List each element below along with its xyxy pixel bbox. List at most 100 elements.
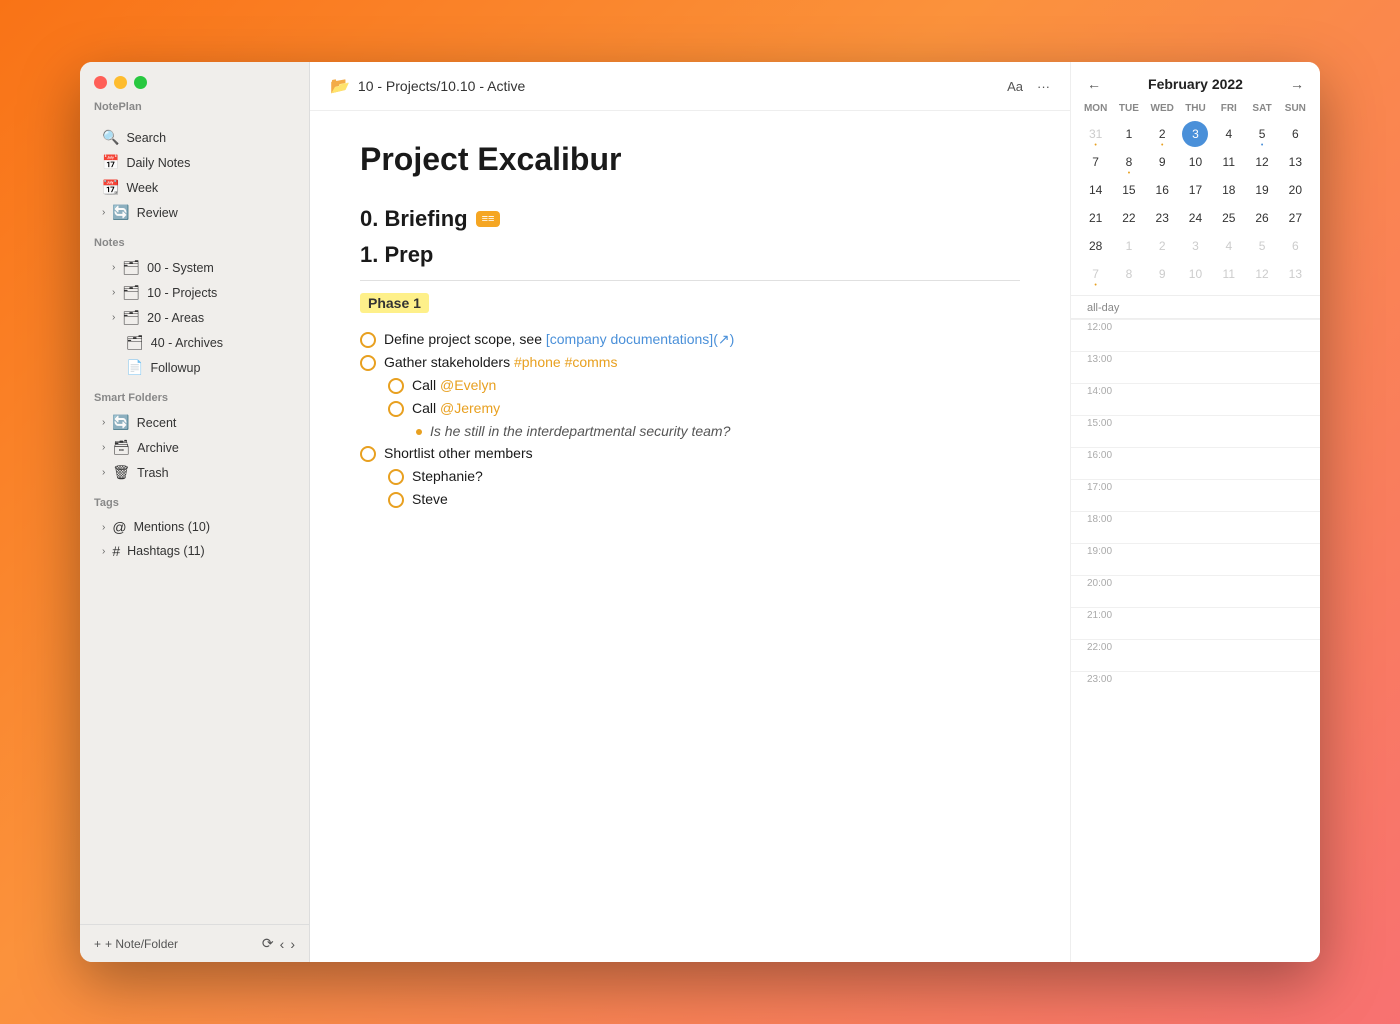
recent-icon: 🔄 (112, 414, 129, 431)
sidebar: NotePlan 🔍 Search 📅 Daily Notes 📆 Week ›… (80, 62, 310, 962)
cal-date[interactable]: 19 (1249, 177, 1275, 203)
time-slot: 19:00 (1071, 543, 1320, 575)
task-circle[interactable] (360, 355, 376, 371)
task-item[interactable]: Steve (360, 491, 1020, 508)
cal-date[interactable]: 18 (1216, 177, 1242, 203)
cal-date[interactable]: 12 (1249, 149, 1275, 175)
doc-title[interactable]: Project Excalibur (360, 141, 1020, 178)
task-item[interactable]: Call @Jeremy (360, 400, 1020, 417)
time-label: 22:00 (1087, 640, 1122, 653)
task-circle[interactable] (360, 332, 376, 348)
nav-forward-button[interactable]: › (290, 936, 295, 952)
sidebar-item-mentions[interactable]: › @ Mentions (10) (84, 515, 305, 539)
sidebar-item-archive[interactable]: › 🗃 Archive (84, 435, 305, 460)
cal-date[interactable]: 1 (1116, 233, 1142, 259)
cal-date[interactable]: 17 (1182, 177, 1208, 203)
task-item[interactable]: Shortlist other members (360, 445, 1020, 462)
cal-date[interactable]: 5 (1249, 233, 1275, 259)
mention-icon: @ (112, 519, 126, 535)
sync-icon[interactable]: ⟳ (262, 935, 274, 952)
cal-date[interactable]: 9 (1149, 261, 1175, 287)
cal-date[interactable]: 12 (1249, 261, 1275, 287)
chevron-icon: › (102, 546, 105, 557)
cal-date[interactable]: 4 (1216, 121, 1242, 147)
task-item[interactable]: Gather stakeholders #phone #comms (360, 354, 1020, 371)
task-item[interactable]: Call @Evelyn (360, 377, 1020, 394)
sidebar-item-40-archives[interactable]: 🗂 40 - Archives (84, 330, 305, 355)
cal-date[interactable]: 7 (1083, 149, 1109, 175)
font-button[interactable]: Aa (1007, 79, 1023, 94)
tags-section: › @ Mentions (10) › # Hashtags (11) (80, 511, 309, 567)
sidebar-item-00-system[interactable]: › 🗂 00 - System (84, 255, 305, 280)
link-text[interactable]: [company documentations](↗) (546, 331, 734, 347)
minimize-button[interactable] (114, 76, 127, 89)
cal-date[interactable]: 27 (1282, 205, 1308, 231)
cal-date[interactable]: 10 (1182, 149, 1208, 175)
cal-date[interactable]: 26 (1249, 205, 1275, 231)
cal-date[interactable]: 15 (1116, 177, 1142, 203)
main-header: 📂 10 - Projects/10.10 - Active Aa ··· (310, 62, 1070, 111)
search-icon: 🔍 (102, 129, 119, 146)
cal-date[interactable]: 31• (1083, 121, 1109, 147)
folder-icon: 📂 (330, 76, 350, 96)
maximize-button[interactable] (134, 76, 147, 89)
cal-date[interactable]: 25 (1216, 205, 1242, 231)
sidebar-item-trash[interactable]: › 🗑 Trash (84, 460, 305, 485)
sidebar-item-search[interactable]: 🔍 Search (84, 125, 305, 150)
task-circle[interactable] (388, 401, 404, 417)
cal-date[interactable]: 6 (1282, 233, 1308, 259)
cal-date[interactable]: 3 (1182, 233, 1208, 259)
cal-date[interactable]: 24 (1182, 205, 1208, 231)
cal-date[interactable]: 9 (1149, 149, 1175, 175)
folder-icon: 🗂 (122, 309, 140, 326)
time-label: 15:00 (1087, 416, 1122, 429)
cal-date[interactable]: 22 (1116, 205, 1142, 231)
cal-date[interactable]: 20 (1282, 177, 1308, 203)
cal-date-today[interactable]: 3 (1182, 121, 1208, 147)
cal-date[interactable]: 4 (1216, 233, 1242, 259)
cal-date[interactable]: 14 (1083, 177, 1109, 203)
task-item[interactable]: Stephanie? (360, 468, 1020, 485)
task-circle[interactable] (388, 469, 404, 485)
sidebar-item-recent[interactable]: › 🔄 Recent (84, 410, 305, 435)
sidebar-item-20-areas[interactable]: › 🗂 20 - Areas (84, 305, 305, 330)
cal-next-button[interactable]: → (1290, 76, 1304, 92)
more-button[interactable]: ··· (1037, 79, 1050, 94)
close-button[interactable] (94, 76, 107, 89)
cal-date[interactable]: 5• (1249, 121, 1275, 147)
cal-date[interactable]: 8 (1116, 261, 1142, 287)
task-circle[interactable] (360, 446, 376, 462)
cal-date[interactable]: 6 (1282, 121, 1308, 147)
cal-date[interactable]: 13 (1282, 149, 1308, 175)
cal-prev-button[interactable]: ← (1087, 76, 1101, 92)
cal-date[interactable]: 8• (1116, 149, 1142, 175)
cal-date[interactable]: 28 (1083, 233, 1109, 259)
time-slot: 12:00 (1071, 319, 1320, 351)
cal-date[interactable]: 13 (1282, 261, 1308, 287)
chevron-icon: › (102, 442, 105, 453)
cal-date[interactable]: 11 (1216, 261, 1242, 287)
sidebar-item-daily-notes[interactable]: 📅 Daily Notes (84, 150, 305, 175)
cal-date[interactable]: 11 (1216, 149, 1242, 175)
task-circle[interactable] (388, 378, 404, 394)
sidebar-item-10-projects[interactable]: › 🗂 10 - Projects (84, 280, 305, 305)
sidebar-item-followup[interactable]: 📄 Followup (84, 355, 305, 380)
nav-back-button[interactable]: ‹ (280, 936, 285, 952)
chevron-icon: › (112, 287, 115, 298)
sidebar-item-week[interactable]: 📆 Week (84, 175, 305, 200)
add-icon: + (94, 937, 101, 951)
cal-date[interactable]: 2• (1149, 121, 1175, 147)
task-item[interactable]: Define project scope, see [company docum… (360, 331, 1020, 348)
cal-date[interactable]: 2 (1149, 233, 1175, 259)
cal-date[interactable]: 1 (1116, 121, 1142, 147)
sidebar-item-review[interactable]: › 🔄 Review (84, 200, 305, 225)
task-circle[interactable] (388, 492, 404, 508)
cal-date[interactable]: 23 (1149, 205, 1175, 231)
cal-date[interactable]: 21 (1083, 205, 1109, 231)
briefing-badge: ≡≡ (476, 211, 501, 227)
sidebar-item-hashtags[interactable]: › # Hashtags (11) (84, 539, 305, 563)
cal-date[interactable]: 7• (1083, 261, 1109, 287)
cal-date[interactable]: 16 (1149, 177, 1175, 203)
add-note-folder-button[interactable]: + + Note/Folder (94, 937, 178, 951)
cal-date[interactable]: 10 (1182, 261, 1208, 287)
